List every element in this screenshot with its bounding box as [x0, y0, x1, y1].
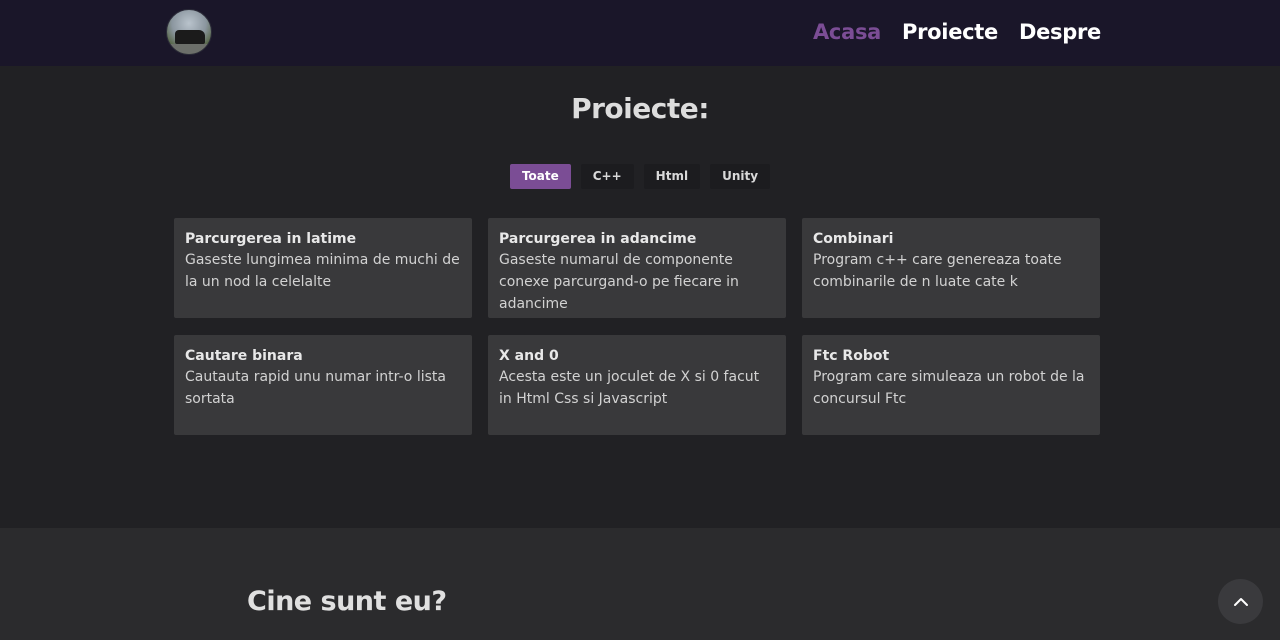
project-card-title: Ftc Robot [813, 348, 890, 364]
project-card[interactable]: Parcurgerea in adancime Gaseste numarul … [488, 218, 786, 318]
project-card[interactable]: Ftc Robot Program care simuleaza un robo… [802, 335, 1100, 435]
project-card-title: Combinari [813, 231, 894, 247]
about-section: Cine sunt eu? [0, 528, 1280, 640]
project-card[interactable]: Parcurgerea in latime Gaseste lungimea m… [174, 218, 472, 318]
projects-title: Proiecte: [571, 92, 709, 125]
project-card-description: Program c++ care genereaza toate combina… [813, 252, 1062, 290]
project-card[interactable]: Combinari Program c++ care genereaza toa… [802, 218, 1100, 318]
filter-html[interactable]: Html [643, 164, 701, 189]
profile-logo[interactable] [166, 9, 212, 55]
project-card-title: Parcurgerea in latime [185, 231, 357, 247]
nav-link-despre[interactable]: Despre [1019, 16, 1101, 48]
navbar: Acasa Proiecte Despre [0, 0, 1280, 66]
project-card-description: Gaseste lungimea minima de muchi de la u… [185, 252, 460, 290]
logo-road [167, 44, 211, 54]
project-card[interactable]: X and 0 Acesta este un joculet de X si 0… [488, 335, 786, 435]
filter-toate[interactable]: Toate [509, 164, 571, 189]
project-card-title: Cautare binara [185, 348, 303, 364]
project-card-title: Parcurgerea in adancime [499, 231, 697, 247]
nav-links: Acasa Proiecte Despre [813, 16, 1101, 48]
about-title: Cine sunt eu? [247, 586, 447, 617]
logo-car [175, 30, 205, 44]
project-filters: Toate C++ Html Unity [0, 164, 1280, 189]
nav-link-acasa[interactable]: Acasa [813, 16, 881, 48]
filter-cpp[interactable]: C++ [580, 164, 634, 189]
project-card-description: Program care simuleaza un robot de la co… [813, 369, 1085, 407]
filter-unity[interactable]: Unity [710, 164, 771, 189]
projects-grid: Parcurgerea in latime Gaseste lungimea m… [174, 218, 1100, 435]
scroll-to-top-button[interactable] [1218, 579, 1263, 624]
project-card-title: X and 0 [499, 348, 559, 364]
project-card[interactable]: Cautare binara Cautauta rapid unu numar … [174, 335, 472, 435]
project-card-description: Gaseste numarul de componente conexe par… [499, 252, 739, 312]
nav-link-proiecte[interactable]: Proiecte [902, 16, 998, 48]
project-card-description: Acesta este un joculet de X si 0 facut i… [499, 369, 760, 407]
chevron-up-icon [1233, 597, 1248, 606]
project-card-description: Cautauta rapid unu numar intr-o lista so… [185, 369, 446, 407]
